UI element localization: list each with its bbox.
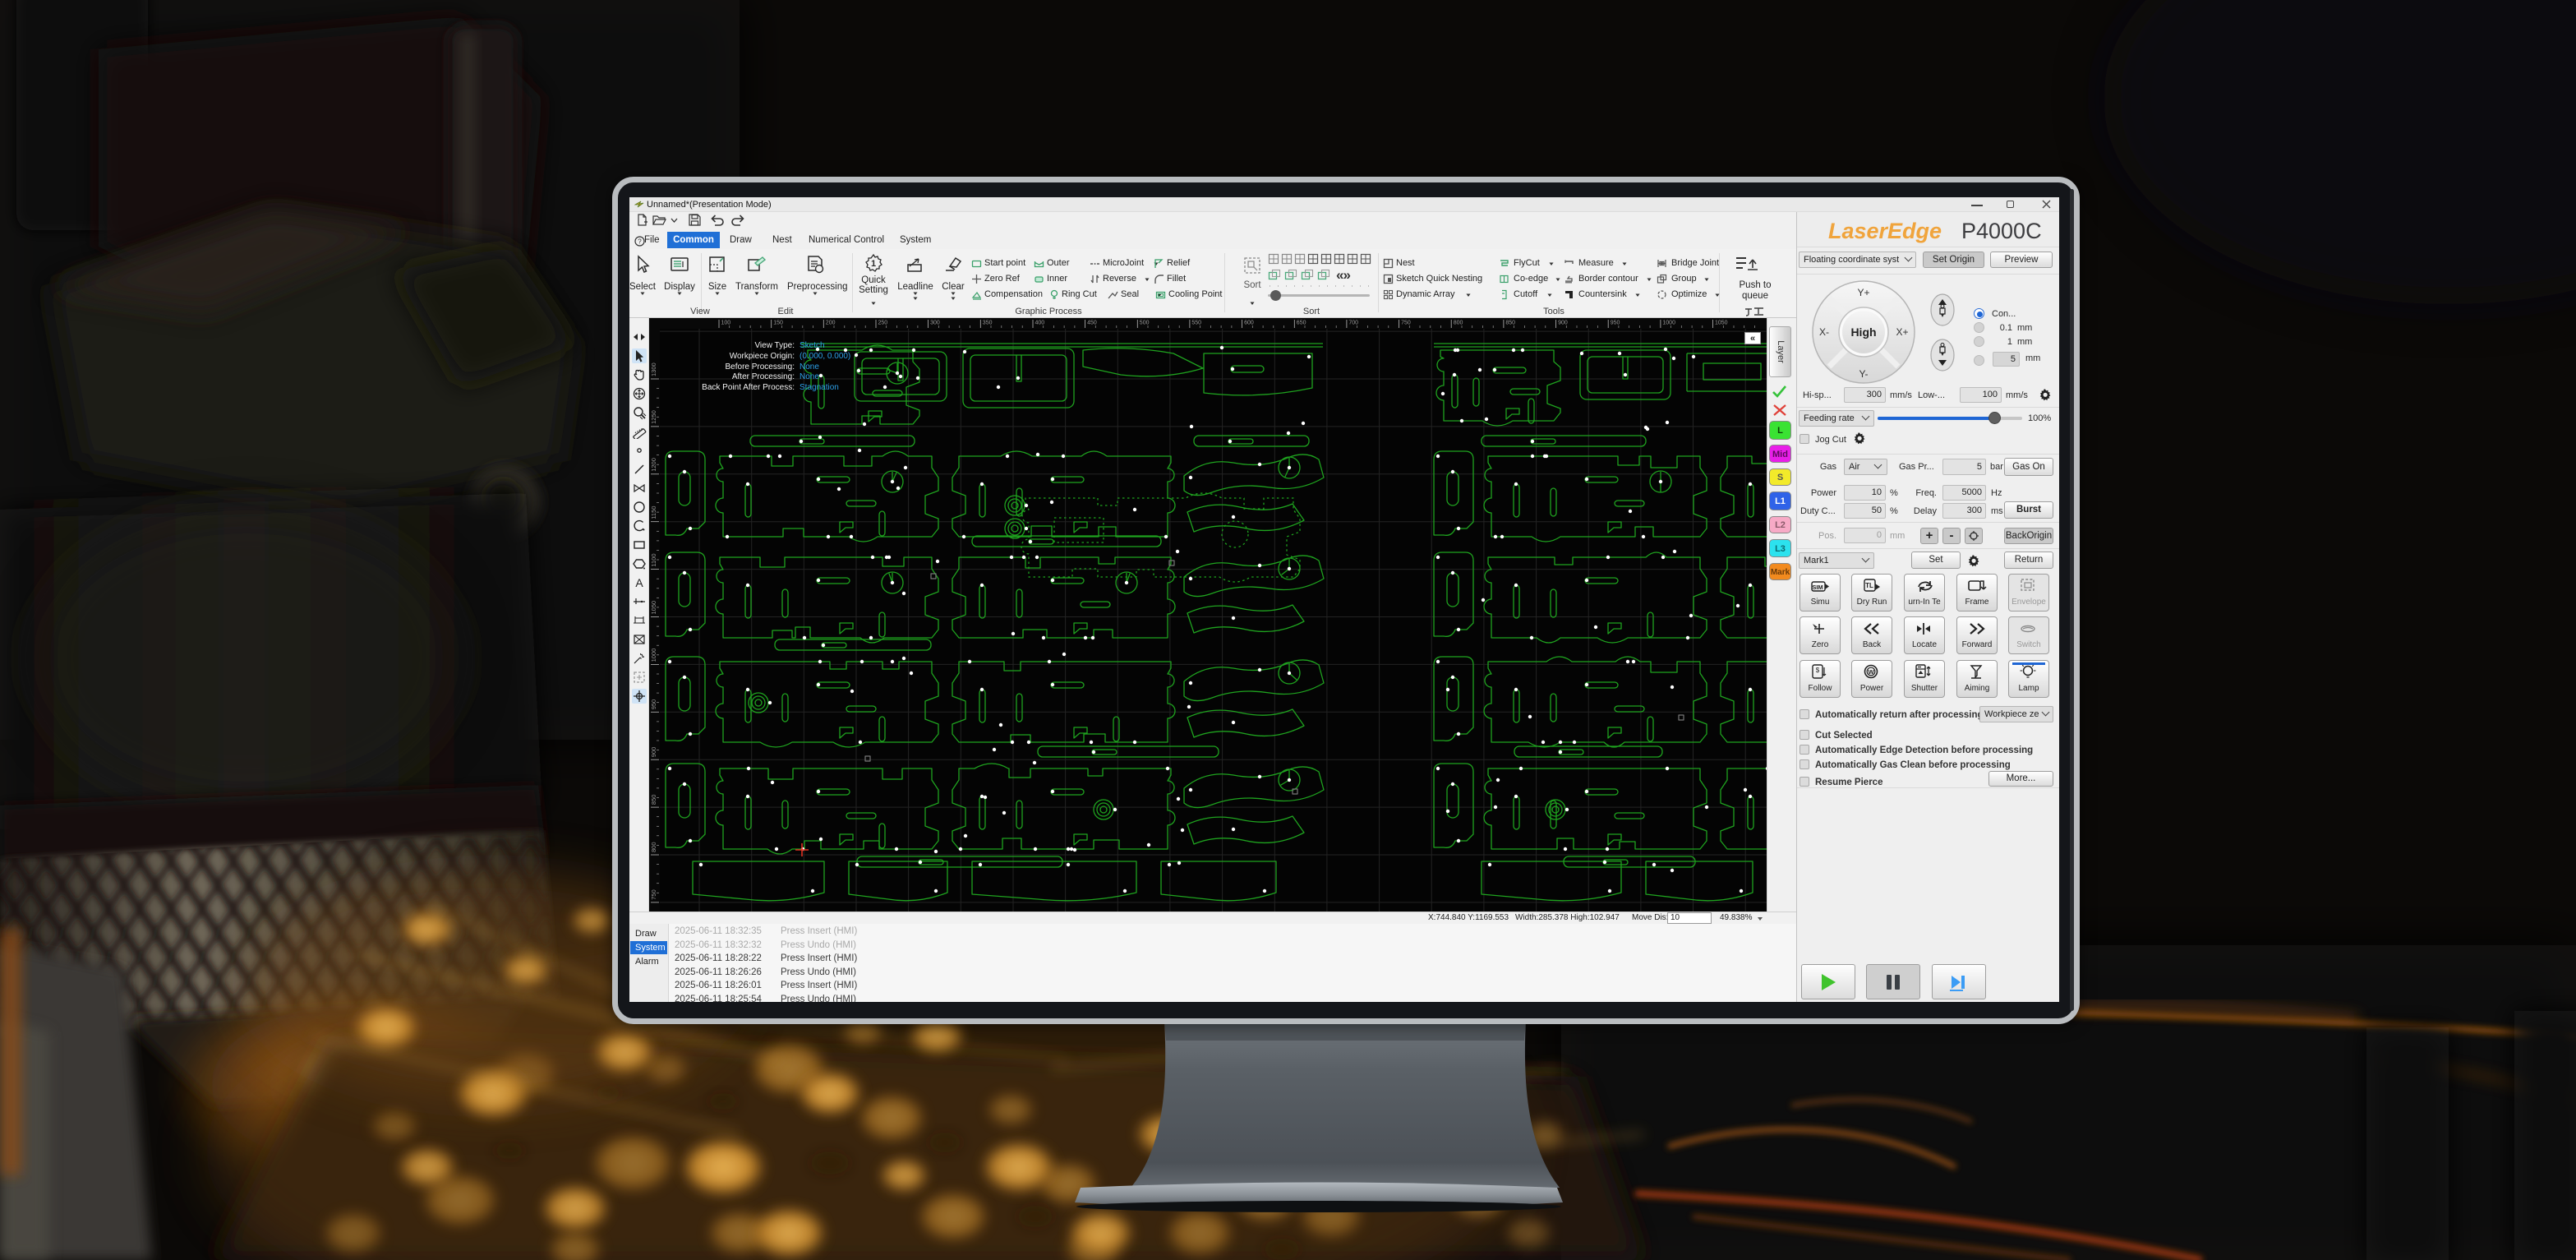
svg-text:900: 900 xyxy=(1558,321,1568,326)
svg-text:700: 700 xyxy=(1348,321,1358,326)
svg-text:850: 850 xyxy=(650,795,657,805)
svg-text:150: 150 xyxy=(773,321,783,326)
svg-text:1050: 1050 xyxy=(650,601,657,615)
svg-text:1050: 1050 xyxy=(1715,321,1728,326)
svg-text:1100: 1100 xyxy=(650,553,657,566)
svg-text:High: High xyxy=(1850,325,1876,339)
svg-text:TL: TL xyxy=(1865,582,1873,589)
svg-text:850: 850 xyxy=(1505,321,1515,326)
svg-text:650: 650 xyxy=(1297,321,1306,326)
svg-text:1250: 1250 xyxy=(650,410,657,424)
svg-text:X+: X+ xyxy=(1896,326,1908,338)
svg-text:$: $ xyxy=(1816,667,1820,674)
svg-text:1150: 1150 xyxy=(650,506,657,519)
svg-text:450: 450 xyxy=(1087,321,1097,326)
svg-text:W: W xyxy=(1868,668,1874,676)
svg-text:?: ? xyxy=(638,238,642,246)
svg-text:1: 1 xyxy=(871,259,876,269)
svg-text:350: 350 xyxy=(983,321,993,326)
svg-text:100: 100 xyxy=(721,321,731,326)
svg-text:800: 800 xyxy=(650,842,657,852)
svg-text:Y+: Y+ xyxy=(1857,287,1869,298)
svg-text:900: 900 xyxy=(650,747,657,758)
svg-text:750: 750 xyxy=(1401,321,1411,326)
svg-text:500: 500 xyxy=(1140,321,1150,326)
svg-text:Layer: Layer xyxy=(1776,340,1786,363)
svg-text:550: 550 xyxy=(1191,321,1201,326)
svg-text:1300: 1300 xyxy=(650,362,657,376)
svg-text:200: 200 xyxy=(826,321,836,326)
svg-text:Y-: Y- xyxy=(1859,368,1869,380)
svg-text:1200: 1200 xyxy=(650,458,657,472)
svg-text:300: 300 xyxy=(930,321,940,326)
svg-text:250: 250 xyxy=(878,321,888,326)
svg-text:400: 400 xyxy=(1035,321,1045,326)
svg-text:1000: 1000 xyxy=(1662,321,1675,326)
svg-text:1000: 1000 xyxy=(650,648,657,662)
svg-text:600: 600 xyxy=(1244,321,1254,326)
svg-text:A: A xyxy=(635,576,643,589)
svg-text:950: 950 xyxy=(650,699,657,710)
svg-text:SIM: SIM xyxy=(1812,584,1823,591)
svg-text:750: 750 xyxy=(650,889,657,900)
svg-text:950: 950 xyxy=(1611,321,1620,326)
svg-text:X-: X- xyxy=(1819,326,1829,338)
svg-text:800: 800 xyxy=(1454,321,1463,326)
